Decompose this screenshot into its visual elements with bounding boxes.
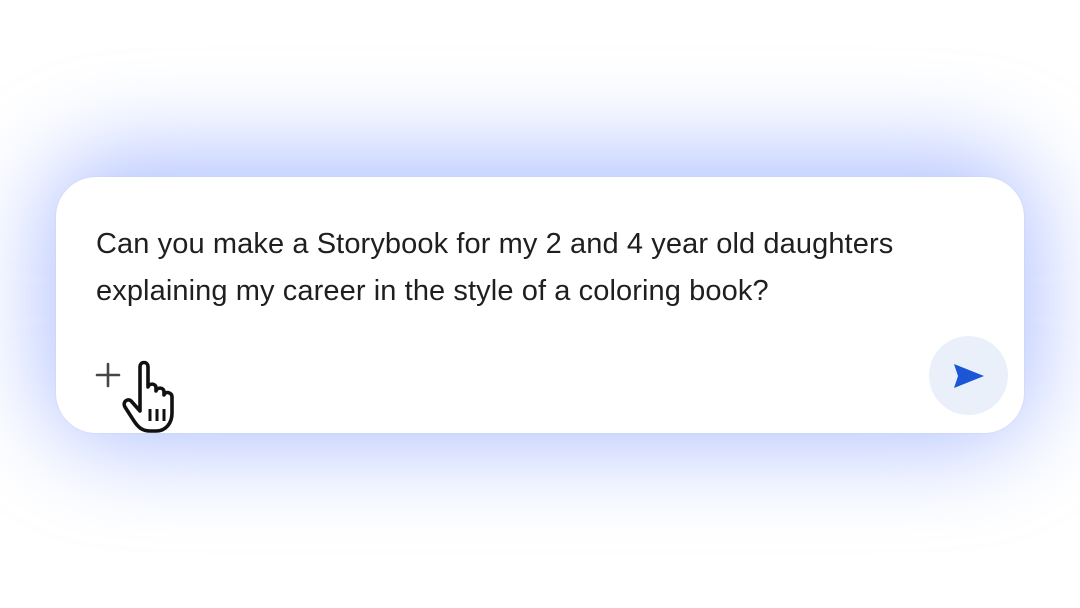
send-button[interactable] (929, 336, 1008, 415)
prompt-text[interactable]: Can you make a Storybook for my 2 and 4 … (96, 221, 996, 315)
hand-pointer-cursor-icon (122, 360, 174, 433)
stage: Can you make a Storybook for my 2 and 4 … (0, 0, 1080, 608)
plus-icon (95, 362, 121, 388)
prompt-input-box[interactable]: Can you make a Storybook for my 2 and 4 … (56, 177, 1024, 433)
send-arrow-icon (953, 363, 984, 388)
